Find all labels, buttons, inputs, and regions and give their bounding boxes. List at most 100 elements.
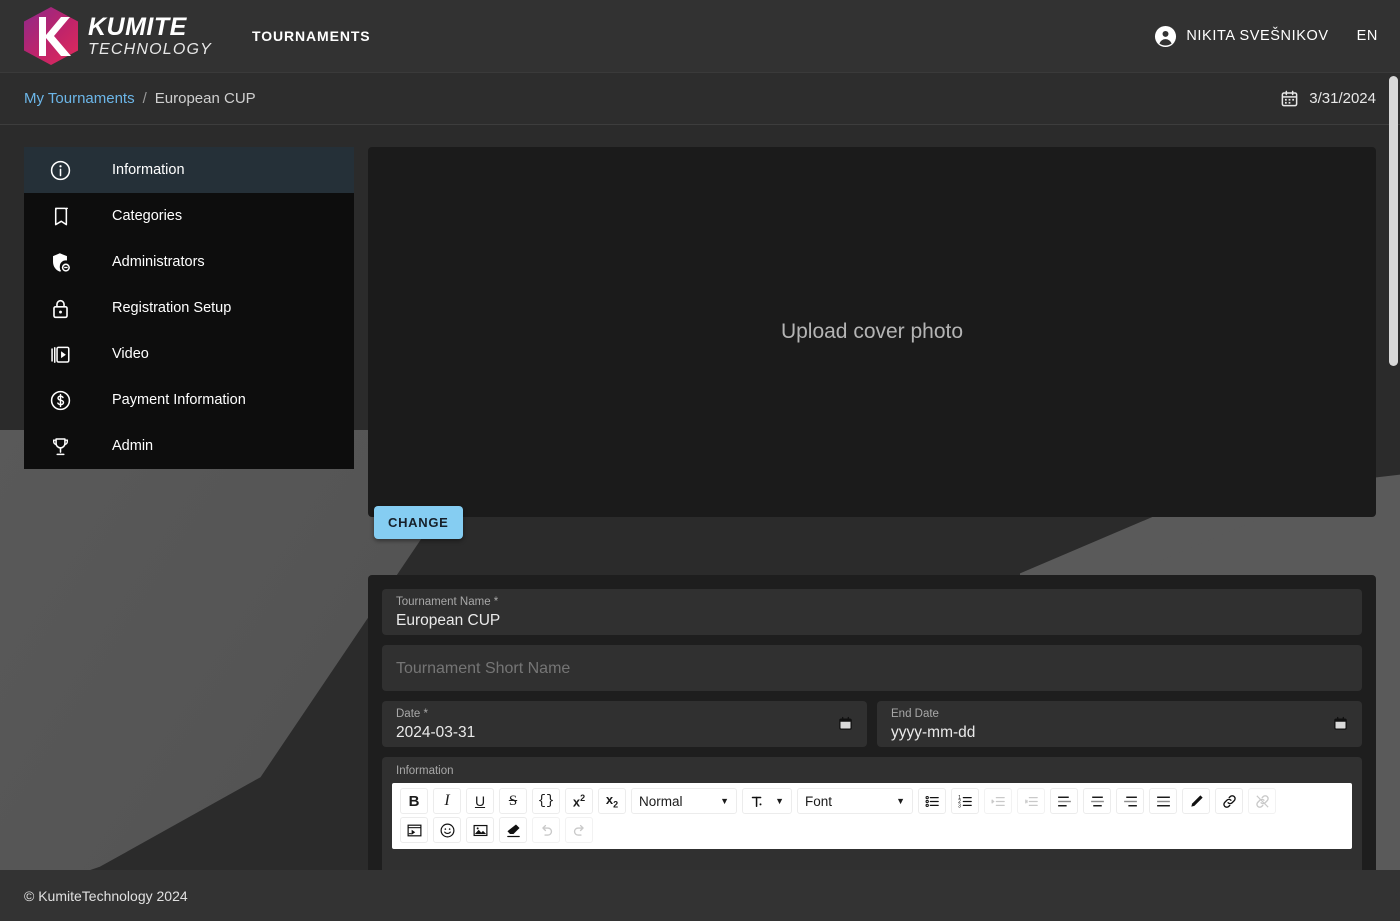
app-footer: © KumiteTechnology 2024	[0, 870, 1400, 921]
start-date-label: Date *	[396, 708, 428, 720]
breadcrumb-separator: /	[142, 90, 147, 107]
font-size-dropdown[interactable]: ▼	[742, 788, 792, 814]
clear-format-eraser-icon[interactable]	[499, 817, 527, 843]
sidebar-item-label: Video	[112, 346, 149, 362]
sidebar-item-payment-information[interactable]: Payment Information	[24, 377, 354, 423]
editor-toolbar-row-1: B I U S {} x2 x2 Normal ▼ ▼ Font ▼ 1 2 3	[400, 788, 1344, 814]
tournament-form: Tournament Name * Date * End Date	[368, 575, 1376, 885]
code-block-icon[interactable]: {}	[532, 788, 560, 814]
sidebar-item-label: Payment Information	[112, 392, 246, 408]
tournament-name-input[interactable]	[396, 610, 1348, 632]
font-family-dropdown[interactable]: Font ▼	[797, 788, 913, 814]
end-date-input[interactable]	[891, 722, 1348, 744]
text-size-icon	[751, 796, 762, 807]
italic-icon[interactable]: I	[433, 788, 461, 814]
sidebar-item-label: Categories	[112, 208, 183, 224]
tournament-name-field[interactable]: Tournament Name *	[382, 589, 1362, 635]
calendar-picker-icon[interactable]	[838, 715, 853, 732]
info-circle-icon	[40, 159, 80, 182]
insert-video-icon[interactable]	[400, 817, 428, 843]
strikethrough-icon[interactable]: S	[499, 788, 527, 814]
superscript-icon[interactable]: x2	[565, 788, 593, 814]
sidebar-item-categories[interactable]: Categories	[24, 193, 354, 239]
sidebar-item-administrators[interactable]: Administrators	[24, 239, 354, 285]
lock-icon	[40, 297, 80, 320]
indent-decrease-icon[interactable]	[1017, 788, 1045, 814]
align-right-icon[interactable]	[1116, 788, 1144, 814]
svg-text:3: 3	[958, 803, 961, 809]
sidebar-item-label: Registration Setup	[112, 300, 232, 316]
end-date-label: End Date	[891, 708, 939, 720]
language-selector[interactable]: EN	[1357, 28, 1378, 44]
app-header: KUMITE TECHNOLOGY TOURNAMENTS NIKITA SVE…	[0, 0, 1400, 73]
numbered-list-icon[interactable]: 1 2 3	[951, 788, 979, 814]
breadcrumb-current: European CUP	[154, 90, 256, 107]
breadcrumb: My Tournaments / European CUP	[24, 90, 256, 107]
insert-image-icon[interactable]	[466, 817, 494, 843]
redo-icon[interactable]	[565, 817, 593, 843]
editor-toolbar: B I U S {} x2 x2 Normal ▼ ▼ Font ▼ 1 2 3	[392, 783, 1352, 849]
dollar-circle-icon	[40, 389, 80, 412]
align-center-icon[interactable]	[1083, 788, 1111, 814]
logo-line-1: KUMITE	[88, 12, 187, 41]
editor-toolbar-row-2	[400, 817, 1344, 843]
start-date-input[interactable]	[396, 722, 853, 744]
copyright-text: © KumiteTechnology 2024	[24, 887, 188, 904]
account-circle-icon	[1155, 25, 1177, 47]
bold-icon[interactable]: B	[400, 788, 428, 814]
brand-logo[interactable]: KUMITE TECHNOLOGY	[24, 7, 212, 65]
breadcrumb-parent-link[interactable]: My Tournaments	[24, 90, 135, 107]
font-family-value: Font	[805, 793, 833, 809]
undo-icon[interactable]	[532, 817, 560, 843]
align-justify-icon[interactable]	[1149, 788, 1177, 814]
calendar-icon	[1281, 90, 1298, 107]
tournament-date-chip[interactable]: 3/31/2024	[1280, 89, 1376, 108]
highlight-pen-icon[interactable]	[1182, 788, 1210, 814]
hexagon-k-logo-icon	[24, 7, 78, 65]
sidebar-item-information[interactable]: Information	[24, 147, 354, 193]
sidebar-item-label: Admin	[112, 438, 154, 454]
emoji-icon[interactable]	[433, 817, 461, 843]
cover-photo-uploader[interactable]: Upload cover photo CHANGE	[368, 147, 1376, 539]
sidebar-item-video[interactable]: Video	[24, 331, 354, 377]
logo-line-2: TECHNOLOGY	[88, 40, 213, 58]
tournament-short-name-field[interactable]	[382, 645, 1362, 691]
sidebar-item-registration-setup[interactable]: Registration Setup	[24, 285, 354, 331]
chevron-down-icon: ▼	[896, 796, 905, 806]
sidebar-item-admin[interactable]: Admin	[24, 423, 354, 469]
block-format-dropdown[interactable]: Normal ▼	[631, 788, 737, 814]
align-left-icon[interactable]	[1050, 788, 1078, 814]
user-name: NIKITA SVEŠNIKOV	[1186, 28, 1329, 44]
page-scrollbar-thumb[interactable]	[1389, 76, 1398, 366]
calendar-picker-icon[interactable]	[1333, 715, 1348, 732]
shield-person-icon	[40, 251, 80, 274]
trophy-icon	[40, 435, 80, 458]
subscript-icon[interactable]: x2	[598, 788, 626, 814]
chevron-down-icon: ▼	[775, 796, 784, 806]
main-content: Upload cover photo CHANGE Tournament Nam…	[368, 147, 1376, 885]
change-cover-button[interactable]: CHANGE	[374, 506, 463, 539]
remove-link-icon[interactable]	[1248, 788, 1276, 814]
cover-photo-placeholder: Upload cover photo	[780, 320, 964, 343]
information-rich-text-editor: Information B I U S {} x2 x2 Normal ▼ ▼ …	[382, 757, 1362, 885]
sidebar-nav: Information Categories Administrators Re…	[24, 147, 354, 469]
video-library-icon	[40, 343, 80, 366]
underline-icon[interactable]: U	[466, 788, 494, 814]
end-date-field[interactable]: End Date	[877, 701, 1362, 747]
breadcrumb-bar: My Tournaments / European CUP 3/31/2024	[0, 73, 1400, 125]
tournament-date-value: 3/31/2024	[1309, 90, 1376, 107]
sidebar-item-label: Information	[112, 162, 185, 178]
tournament-short-name-input[interactable]	[396, 657, 1348, 680]
start-date-field[interactable]: Date *	[382, 701, 867, 747]
sidebar-item-label: Administrators	[112, 254, 205, 270]
chevron-down-icon: ▼	[720, 796, 729, 806]
block-format-value: Normal	[639, 793, 683, 809]
tournament-name-label: Tournament Name *	[396, 596, 499, 608]
bulleted-list-icon[interactable]	[918, 788, 946, 814]
indent-increase-icon[interactable]	[984, 788, 1012, 814]
user-menu[interactable]: NIKITA SVEŠNIKOV	[1154, 25, 1328, 48]
information-editor-label: Information	[396, 765, 454, 777]
insert-link-icon[interactable]	[1215, 788, 1243, 814]
nav-tournaments[interactable]: TOURNAMENTS	[252, 28, 371, 44]
bookmark-icon	[40, 205, 80, 228]
